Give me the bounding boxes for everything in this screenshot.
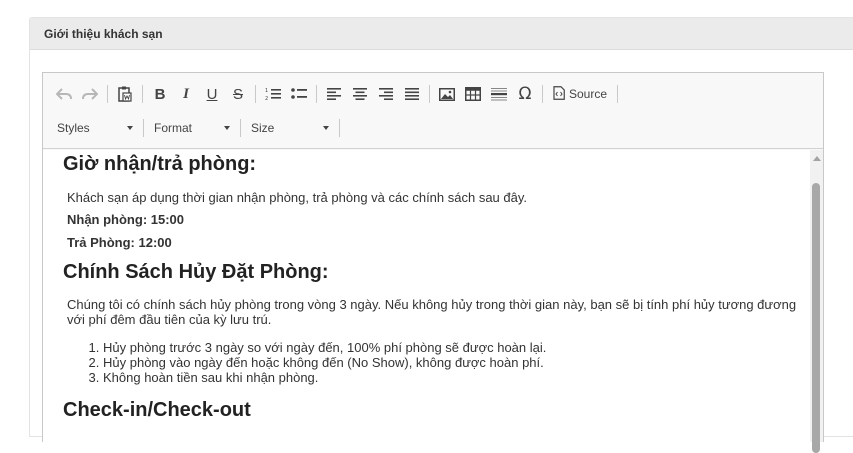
styles-label: Styles [57, 121, 90, 135]
numbered-list-icon[interactable]: 12 [260, 83, 286, 105]
paragraph: Chúng tôi có chính sách hủy phòng trong … [67, 297, 797, 327]
redo-icon[interactable] [77, 83, 103, 105]
chevron-down-icon [323, 126, 329, 130]
panel-title: Giới thiệu khách sạn [30, 18, 853, 50]
undo-icon[interactable] [51, 83, 77, 105]
image-icon[interactable] [434, 83, 460, 105]
italic-icon[interactable]: I [173, 83, 199, 105]
section-heading: Giờ nhận/trả phòng: [63, 153, 257, 175]
hotel-intro-panel: Giới thiệu khách sạn B I U S 1 2 Ω Sourc… [29, 17, 853, 453]
source-button[interactable]: Source [547, 83, 613, 105]
checkout-time: Trả Phòng: 12:00 [67, 235, 172, 250]
toolbar-separator [143, 119, 144, 137]
list-item: Không hoàn tiền sau khi nhận phòng. [103, 370, 811, 385]
size-dropdown[interactable]: Size [245, 117, 335, 139]
horizontal-line-icon[interactable] [486, 83, 512, 105]
align-left-icon[interactable] [321, 83, 347, 105]
toolbar-separator [255, 85, 256, 103]
chevron-down-icon [224, 126, 230, 130]
strikethrough-icon[interactable]: S [225, 83, 251, 105]
chevron-down-icon [127, 126, 133, 130]
toolbar-row-1: B I U S 12 Ω Source [51, 83, 622, 105]
table-icon[interactable] [460, 83, 486, 105]
source-icon [553, 85, 565, 103]
format-dropdown[interactable]: Format [148, 117, 236, 139]
list-item: Hủy phòng trước 3 ngày so với ngày đến, … [103, 340, 811, 355]
bold-icon[interactable]: B [147, 83, 173, 105]
toolbar-separator [142, 85, 143, 103]
toolbar-separator [316, 85, 317, 103]
paragraph: Khách sạn áp dụng thời gian nhận phòng, … [67, 190, 528, 205]
toolbar-separator [542, 85, 543, 103]
section-heading: Check-in/Check-out [63, 399, 251, 421]
section-heading: Chính Sách Hủy Đặt Phòng: [63, 261, 329, 283]
checkin-time: Nhận phòng: 15:00 [67, 212, 185, 227]
scrollbar-thumb[interactable] [812, 183, 820, 453]
svg-text:2: 2 [265, 96, 268, 101]
toolbar-separator [339, 119, 340, 137]
size-label: Size [251, 121, 275, 135]
toolbar-separator [107, 85, 108, 103]
editor-toolbar: B I U S 12 Ω Source Styles Format Size [43, 73, 823, 149]
list-item: Hủy phòng vào ngày đến hoặc không đến (N… [103, 355, 811, 370]
editor-content[interactable]: Giờ nhận/trả phòng: Khách sạn áp dụng th… [43, 150, 811, 442]
justify-icon[interactable] [399, 83, 425, 105]
paste-from-word-icon[interactable] [112, 83, 138, 105]
rich-text-editor: B I U S 12 Ω Source Styles Format Size G… [42, 72, 824, 453]
toolbar-separator [240, 119, 241, 137]
styles-dropdown[interactable]: Styles [51, 117, 139, 139]
align-center-icon[interactable] [347, 83, 373, 105]
scroll-up-arrow-icon[interactable] [813, 156, 821, 161]
toolbar-separator [617, 85, 619, 103]
format-label: Format [154, 121, 193, 135]
svg-text:1: 1 [265, 88, 268, 94]
cancellation-rules-list: Hủy phòng trước 3 ngày so với ngày đến, … [63, 340, 811, 385]
source-label: Source [569, 87, 608, 101]
underline-icon[interactable]: U [199, 83, 225, 105]
toolbar-row-2: Styles Format Size [51, 117, 344, 139]
vertical-scrollbar[interactable] [810, 150, 823, 453]
special-character-icon[interactable]: Ω [512, 83, 538, 105]
bulleted-list-icon[interactable] [286, 83, 312, 105]
toolbar-separator [429, 85, 430, 103]
align-right-icon[interactable] [373, 83, 399, 105]
